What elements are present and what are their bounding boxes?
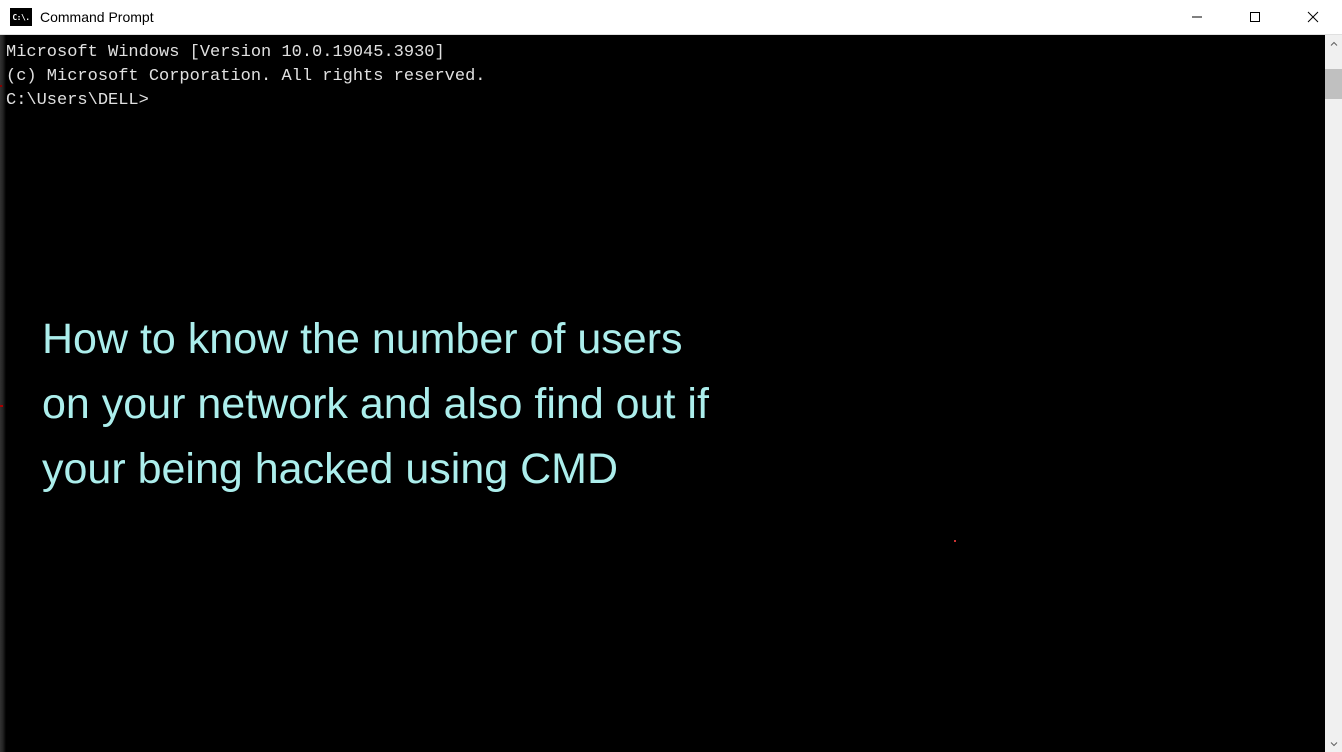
maximize-button[interactable] xyxy=(1226,0,1284,34)
terminal-area: Microsoft Windows [Version 10.0.19045.39… xyxy=(0,35,1342,752)
scrollbar-down-button[interactable] xyxy=(1325,735,1342,752)
terminal-line-version: Microsoft Windows [Version 10.0.19045.39… xyxy=(6,41,1325,65)
window-controls xyxy=(1168,0,1342,34)
maximize-icon xyxy=(1249,11,1261,23)
vertical-scrollbar[interactable] xyxy=(1325,35,1342,752)
scrollbar-up-button[interactable] xyxy=(1325,35,1342,52)
cmd-icon: C:\. xyxy=(10,8,32,26)
red-dot-artifact xyxy=(954,540,956,542)
terminal-content[interactable]: Microsoft Windows [Version 10.0.19045.39… xyxy=(6,35,1325,752)
scrollbar-thumb[interactable] xyxy=(1325,69,1342,99)
window-title: Command Prompt xyxy=(40,9,1168,25)
chevron-up-icon xyxy=(1330,40,1338,48)
chevron-down-icon xyxy=(1330,740,1338,748)
terminal-prompt: C:\Users\DELL> xyxy=(6,89,1325,113)
close-button[interactable] xyxy=(1284,0,1342,34)
terminal-line-copyright: (c) Microsoft Corporation. All rights re… xyxy=(6,65,1325,89)
window-titlebar: C:\. Command Prompt xyxy=(0,0,1342,35)
minimize-icon xyxy=(1191,11,1203,23)
minimize-button[interactable] xyxy=(1168,0,1226,34)
overlay-caption: How to know the number of users on your … xyxy=(42,307,722,502)
scrollbar-track[interactable] xyxy=(1325,52,1342,735)
close-icon xyxy=(1307,11,1319,23)
cmd-icon-text: C:\. xyxy=(12,13,29,22)
